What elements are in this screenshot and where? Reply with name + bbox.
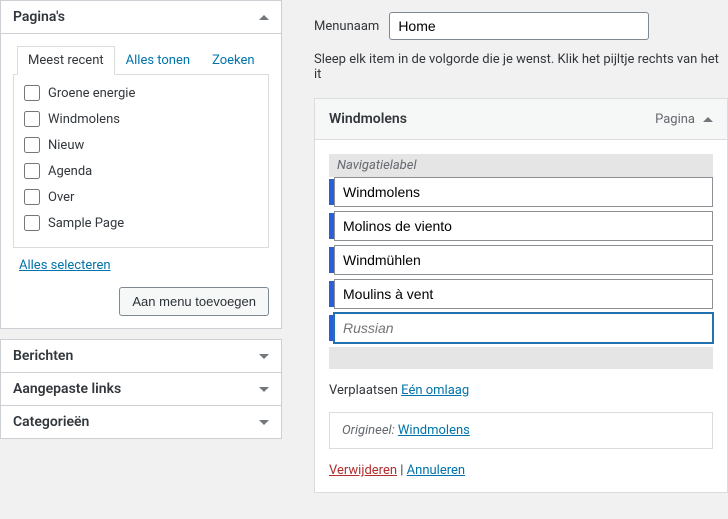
translation-input[interactable] [334, 279, 713, 309]
page-label: Over [48, 190, 74, 205]
page-checkbox[interactable] [24, 111, 40, 127]
postbox-custom-links-title: Aangepaste links [13, 381, 121, 397]
translation-input-russian[interactable] [334, 313, 713, 343]
page-item: Sample Page [24, 215, 258, 231]
postbox-custom-links: Aangepaste links [0, 373, 282, 406]
translation-row [329, 177, 713, 207]
translation-input[interactable] [334, 177, 713, 207]
page-label: Sample Page [48, 216, 124, 231]
cancel-link[interactable]: Annuleren [407, 463, 465, 478]
tab-search[interactable]: Zoeken [201, 46, 266, 75]
postbox-categories-header[interactable]: Categorieën [1, 406, 281, 438]
page-checkbox[interactable] [24, 85, 40, 101]
chevron-down-icon [259, 387, 269, 392]
action-row: Verwijderen | Annuleren [329, 463, 713, 478]
menu-item-header[interactable]: Windmolens Pagina [315, 99, 727, 140]
main-area: Menunaam Sleep elk item in de volgorde d… [282, 0, 728, 519]
translation-input[interactable] [334, 245, 713, 275]
menu-item-type: Pagina [655, 112, 695, 127]
origin-link[interactable]: Windmolens [398, 423, 470, 438]
delete-link[interactable]: Verwijderen [329, 463, 397, 478]
page-item: Windmolens [24, 111, 258, 127]
menu-item-title: Windmolens [329, 111, 407, 127]
page-label: Groene energie [48, 86, 135, 101]
chevron-down-icon [259, 420, 269, 425]
postbox-custom-links-header[interactable]: Aangepaste links [1, 373, 281, 405]
postbox-posts-title: Berichten [13, 348, 73, 364]
page-checkbox[interactable] [24, 215, 40, 231]
move-row: Verplaatsen Eén omlaag [329, 383, 713, 398]
pages-tab-panel: Groene energie Windmolens Nieuw Age [13, 74, 269, 248]
pages-checkbox-list: Groene energie Windmolens Nieuw Age [14, 75, 268, 247]
menu-item-meta: Pagina [655, 112, 713, 127]
page-checkbox[interactable] [24, 189, 40, 205]
postbox-pages-body: Meest recent Alles tonen Zoeken Groene e… [1, 34, 281, 328]
origin-label: Origineel: [342, 423, 395, 438]
page-item: Agenda [24, 163, 258, 179]
chevron-down-icon [259, 354, 269, 359]
tab-recent[interactable]: Meest recent [17, 46, 115, 75]
page-checkbox[interactable] [24, 163, 40, 179]
select-all-link[interactable]: Alles selecteren [19, 258, 111, 273]
postbox-pages: Pagina's Meest recent Alles tonen Zoeken… [0, 0, 282, 329]
origin-box: Origineel: Windmolens [329, 412, 713, 449]
add-to-menu-row: Aan menu toevoegen [13, 287, 269, 316]
chevron-up-icon [703, 117, 713, 122]
menu-name-label: Menunaam [314, 19, 379, 34]
postbox-categories: Categorieën [0, 406, 282, 439]
nav-label-block: Navigatielabel [329, 154, 713, 177]
page-label: Agenda [48, 164, 92, 179]
tab-all[interactable]: Alles tonen [115, 46, 201, 75]
menu-name-row: Menunaam [298, 0, 728, 52]
add-to-menu-button[interactable]: Aan menu toevoegen [119, 287, 269, 316]
page-item: Groene energie [24, 85, 258, 101]
page-label: Windmolens [48, 112, 120, 127]
page-label: Nieuw [48, 138, 84, 153]
select-all-row: Alles selecteren [13, 248, 269, 287]
page-item: Nieuw [24, 137, 258, 153]
gray-bar [329, 347, 713, 369]
instruction-text: Sleep elk item in de volgorde die je wen… [298, 52, 728, 98]
postbox-posts: Berichten [0, 339, 282, 373]
translation-row [329, 245, 713, 275]
translation-row [329, 279, 713, 309]
menu-item-body: Navigatielabel [315, 140, 727, 492]
postbox-posts-header[interactable]: Berichten [1, 340, 281, 372]
page-item: Over [24, 189, 258, 205]
translation-row [329, 211, 713, 241]
sidebar: Pagina's Meest recent Alles tonen Zoeken… [0, 0, 282, 519]
translation-input[interactable] [334, 211, 713, 241]
postbox-pages-title: Pagina's [13, 9, 65, 25]
page-checkbox[interactable] [24, 137, 40, 153]
pages-tabs: Meest recent Alles tonen Zoeken [13, 46, 269, 75]
postbox-categories-title: Categorieën [13, 414, 89, 430]
nav-label-title: Navigatielabel [337, 158, 713, 173]
menu-name-input[interactable] [389, 12, 649, 40]
move-label: Verplaatsen [329, 383, 398, 398]
chevron-up-icon [259, 15, 269, 20]
translation-row-russian [329, 313, 713, 343]
move-down-link[interactable]: Eén omlaag [401, 383, 469, 398]
postbox-pages-header[interactable]: Pagina's [1, 1, 281, 34]
menu-item-windmolens: Windmolens Pagina Navigatielabel [314, 98, 728, 493]
